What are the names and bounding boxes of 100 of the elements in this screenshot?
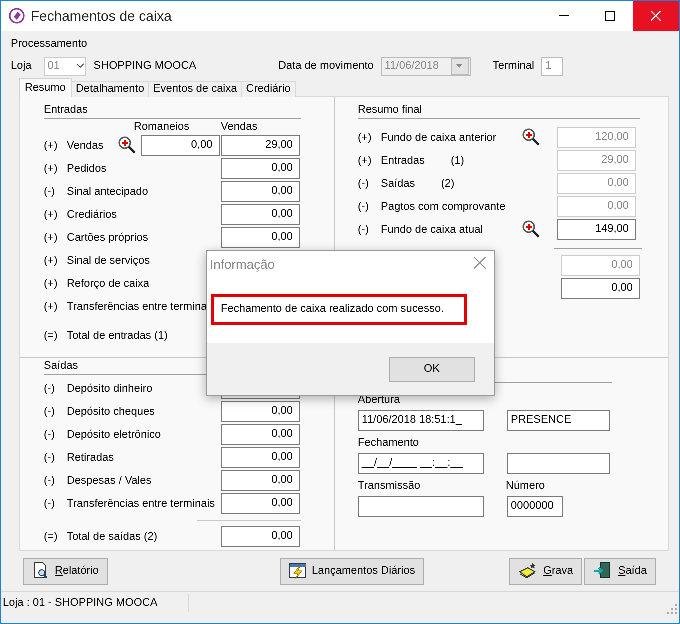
chevron-down-icon — [76, 63, 85, 69]
close-icon — [474, 257, 486, 269]
app-icon — [9, 8, 25, 24]
toolbar-button[interactable]: Lançamentos Diários — [280, 558, 424, 584]
message-text: Fechamento de caixa realizado com sucesso. — [211, 294, 467, 325]
row-note: (2) — [441, 178, 455, 190]
door-arrow-icon — [593, 562, 614, 580]
sign-label: (+) — [44, 300, 59, 312]
sign-label: (-) — [358, 200, 370, 212]
row-label: Despesas / Vales — [67, 474, 152, 486]
column-header: Vendas — [221, 120, 258, 134]
sign-label: (+) — [44, 208, 59, 220]
tab[interactable]: Crediário — [241, 81, 296, 97]
sign-label: (+) — [44, 254, 59, 266]
row-label: Depósito cheques — [67, 406, 156, 418]
store-name: SHOPPING MOOCA — [94, 60, 196, 72]
sign-label: (-) — [44, 382, 56, 394]
amount-field[interactable]: 0,00 — [221, 447, 300, 468]
row-label: Sinal de serviços — [67, 254, 150, 266]
section-title: Entradas — [44, 102, 301, 119]
zoom-icon[interactable] — [118, 136, 138, 156]
amount-field[interactable]: 0,00 — [561, 278, 640, 299]
row-label: Vendas — [67, 140, 104, 152]
amount-field[interactable]: 0,00 — [221, 204, 300, 225]
field-label: Fechamento — [358, 436, 420, 451]
sign-label: (+) — [44, 162, 59, 174]
terminal-field[interactable]: 1 — [541, 56, 564, 76]
sign-label: (-) — [44, 498, 56, 510]
field-label: Transmissão — [358, 479, 422, 494]
amount-field[interactable]: 0,00 — [221, 401, 300, 422]
row-label: Retiradas — [67, 452, 114, 464]
user-field[interactable]: PRESENCE — [507, 410, 610, 431]
resize-grip-icon[interactable] — [667, 604, 677, 614]
amount-field[interactable]: 0,00 — [221, 470, 300, 491]
row-label: Sinal antecipado — [67, 186, 148, 198]
amount-field[interactable]: 0,00 — [221, 227, 300, 248]
amount-field[interactable]: 0,00 — [221, 493, 300, 514]
window-title: Fechamentos de caixa — [31, 8, 173, 24]
document-magnifier-icon — [32, 562, 50, 580]
notepad-star-icon — [518, 562, 538, 580]
dialog-title: Informação — [210, 257, 276, 272]
sign-label: (-) — [358, 178, 370, 190]
sign-label: (-) — [358, 224, 370, 236]
toolbar-button[interactable]: Grava — [509, 558, 582, 584]
amount-field[interactable]: 0,00 — [140, 135, 220, 156]
opening-time-field[interactable]: 11/06/2018 18:51:1_ — [358, 410, 484, 431]
close-icon — [651, 11, 661, 21]
row-label: Crediários — [67, 208, 118, 220]
amount-field[interactable]: 0,00 — [221, 526, 300, 547]
row-label: Fundo de caixa atual — [381, 224, 484, 236]
field-label: Abertura — [358, 393, 402, 408]
row-label: Saídas — [381, 178, 416, 190]
row-label: Entradas — [381, 154, 426, 166]
close-button[interactable] — [474, 257, 486, 272]
tab[interactable]: Eventos de caixa — [148, 81, 242, 97]
sign-label: (+) — [44, 232, 59, 244]
zoom-icon[interactable] — [522, 220, 542, 240]
sign-label: (+) — [44, 140, 59, 152]
field-label: Loja — [11, 60, 32, 72]
sign-label: (=) — [44, 530, 59, 542]
row-note: (1) — [451, 154, 464, 166]
toolbar-button[interactable]: Saída — [584, 558, 656, 584]
field-label: Data de movimento — [278, 60, 374, 72]
sign-label: (+) — [44, 278, 59, 290]
row-label: Transferências entre terminais — [67, 498, 216, 510]
field-label: Número — [506, 479, 546, 494]
row-label: Fundo de caixa anterior — [381, 132, 497, 144]
number-field[interactable]: 0000000 — [507, 496, 563, 517]
sign-label: (-) — [44, 406, 56, 418]
status-text: Loja : 01 - SHOPPING MOOCA — [1, 594, 189, 612]
row-label: Pedidos — [67, 162, 107, 174]
row-label: Depósito eletrônico — [67, 428, 162, 440]
amount-field[interactable]: 149,00 — [557, 219, 636, 240]
amount-field[interactable]: 29,00 — [221, 135, 300, 156]
dropdown-arrow-icon — [456, 64, 464, 68]
sign-label: (+) — [358, 154, 373, 166]
toolbar-button[interactable]: Relatório — [23, 558, 108, 584]
close-button[interactable] — [633, 1, 679, 31]
row-label: Pagtos com comprovante — [381, 200, 506, 212]
tab[interactable]: Resumo — [19, 78, 72, 97]
tab[interactable]: Detalhamento — [70, 81, 150, 97]
sign-label: (-) — [44, 474, 56, 486]
maximize-icon — [605, 11, 615, 21]
row-label: Depósito dinheiro — [67, 382, 153, 394]
row-label: Total de saídas (2) — [67, 530, 158, 542]
row-label: Total de entradas (1) — [67, 330, 168, 342]
row-label: Reforço de caixa — [67, 278, 150, 290]
column-header: Romaneios — [134, 120, 191, 134]
amount-field[interactable]: 0,00 — [221, 158, 300, 179]
amount-field[interactable]: 0,00 — [221, 181, 300, 202]
section-title: Processamento — [11, 37, 88, 52]
user-field[interactable] — [507, 453, 610, 474]
sign-label: (-) — [44, 428, 56, 440]
ok-button[interactable]: OK — [389, 356, 475, 382]
section-title: Resumo final — [358, 102, 640, 119]
closing-time-field[interactable]: __/__/____ __:__:__ — [358, 453, 484, 474]
amount-field[interactable]: 0,00 — [221, 424, 300, 445]
field-label: Terminal — [492, 60, 534, 72]
transmission-field[interactable] — [358, 496, 484, 517]
calendar-lightning-icon — [289, 562, 308, 580]
